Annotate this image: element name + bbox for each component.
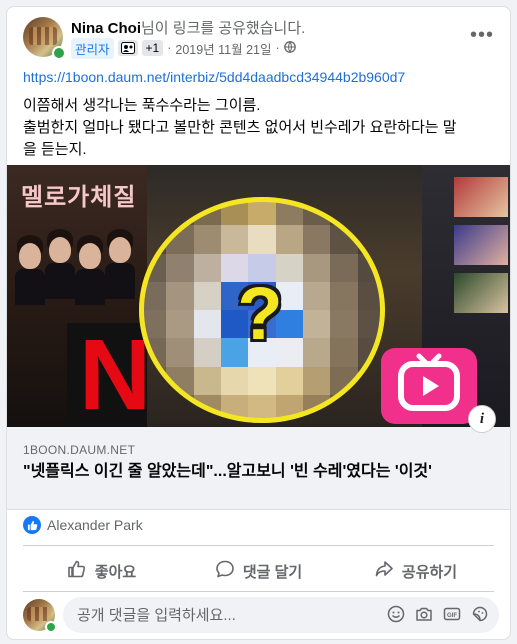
post-date[interactable]: 2019년 11월 21일 (175, 39, 271, 58)
camera-icon[interactable] (415, 605, 433, 623)
sticker-icon[interactable] (471, 605, 489, 623)
link-domain: 1BOON.DAUM.NET (23, 443, 136, 457)
gif-icon[interactable]: GIF (443, 605, 461, 623)
liker-name[interactable]: Alexander Park (47, 517, 143, 533)
post-text-line: 을 듣는지. (23, 141, 87, 158)
action-bar: 좋아요 댓글 달기 공유하기 (23, 551, 494, 591)
comment-input[interactable] (75, 605, 359, 625)
author-avatar[interactable] (23, 17, 66, 60)
emoji-icon[interactable] (387, 605, 405, 623)
meta-separator: · (167, 41, 172, 55)
comment-composer: GIF (23, 597, 501, 637)
svg-text:GIF: GIF (447, 613, 457, 619)
author-line: Nina Choi님이 링크를 공유했습니다. (71, 17, 305, 38)
share-label: 공유하기 (401, 563, 458, 581)
divider (23, 591, 494, 592)
like-icon (67, 559, 87, 583)
globe-icon (283, 40, 296, 56)
meta-separator: · (275, 41, 280, 55)
share-button[interactable]: 공유하기 (337, 551, 494, 591)
divider (23, 545, 494, 546)
comment-input-box[interactable]: GIF (63, 597, 499, 633)
link-title[interactable]: "넷플릭스 이긴 줄 알았는데"...알고보니 '빈 수레'였다는 '이것' (23, 461, 493, 483)
shared-link-url[interactable]: https://1boon.daum.net/interbiz/5dd4daad… (23, 69, 405, 85)
more-icon: ••• (469, 24, 494, 46)
reactions-summary[interactable]: Alexander Park (23, 515, 143, 535)
poster-left: 멜로가체질 N (7, 165, 152, 427)
friends-badge-icon[interactable] (117, 40, 138, 56)
tv-app-logo (381, 348, 477, 424)
plus-badge[interactable]: +1 (141, 40, 164, 56)
comment-button[interactable]: 댓글 달기 (180, 551, 337, 591)
post-text: 이쯤해서 생각나는 푹수수라는 그이름. 출범한지 얼마나 됐다고 볼만한 콘텐… (23, 95, 501, 161)
comment-tools: GIF (387, 605, 489, 623)
role-badge[interactable]: 관리자 (71, 37, 114, 59)
online-status-dot (45, 621, 57, 633)
post-text-line: 이쯤해서 생각나는 푹수수라는 그이름. (23, 97, 261, 114)
comment-icon (215, 559, 235, 583)
action-text: 님이 링크를 공유했습니다. (141, 20, 306, 37)
netflix-logo: N (67, 319, 152, 427)
commenter-avatar[interactable] (23, 599, 57, 633)
like-button[interactable]: 좋아요 (23, 551, 180, 591)
like-reaction-icon (23, 516, 41, 534)
comment-label: 댓글 달기 (242, 563, 303, 581)
link-card[interactable]: 1BOON.DAUM.NET "넷플릭스 이긴 줄 알았는데"...알고보니 '… (7, 427, 510, 510)
post-card: Nina Choi님이 링크를 공유했습니다. 관리자 +1 · 2019년 1… (6, 6, 511, 640)
more-options-button[interactable]: ••• (466, 21, 498, 49)
netflix-letter: N (79, 319, 152, 427)
post-meta: 관리자 +1 · 2019년 11월 21일 · (71, 37, 296, 59)
poster-title: 멜로가체질 (21, 184, 137, 211)
post-text-line: 출범한지 얼마나 됐다고 볼만한 콘텐츠 없어서 빈수레가 요란하다는 말 (23, 119, 457, 136)
online-status-dot (52, 46, 66, 60)
info-icon[interactable]: i (468, 405, 496, 433)
author-name[interactable]: Nina Choi (71, 20, 141, 37)
share-icon (374, 559, 394, 583)
like-label: 좋아요 (94, 563, 137, 581)
link-preview-image[interactable]: 멜로가체질 N ? (7, 165, 510, 427)
question-mark: ? (237, 272, 283, 355)
post-header: Nina Choi님이 링크를 공유했습니다. 관리자 +1 · 2019년 1… (7, 7, 510, 63)
